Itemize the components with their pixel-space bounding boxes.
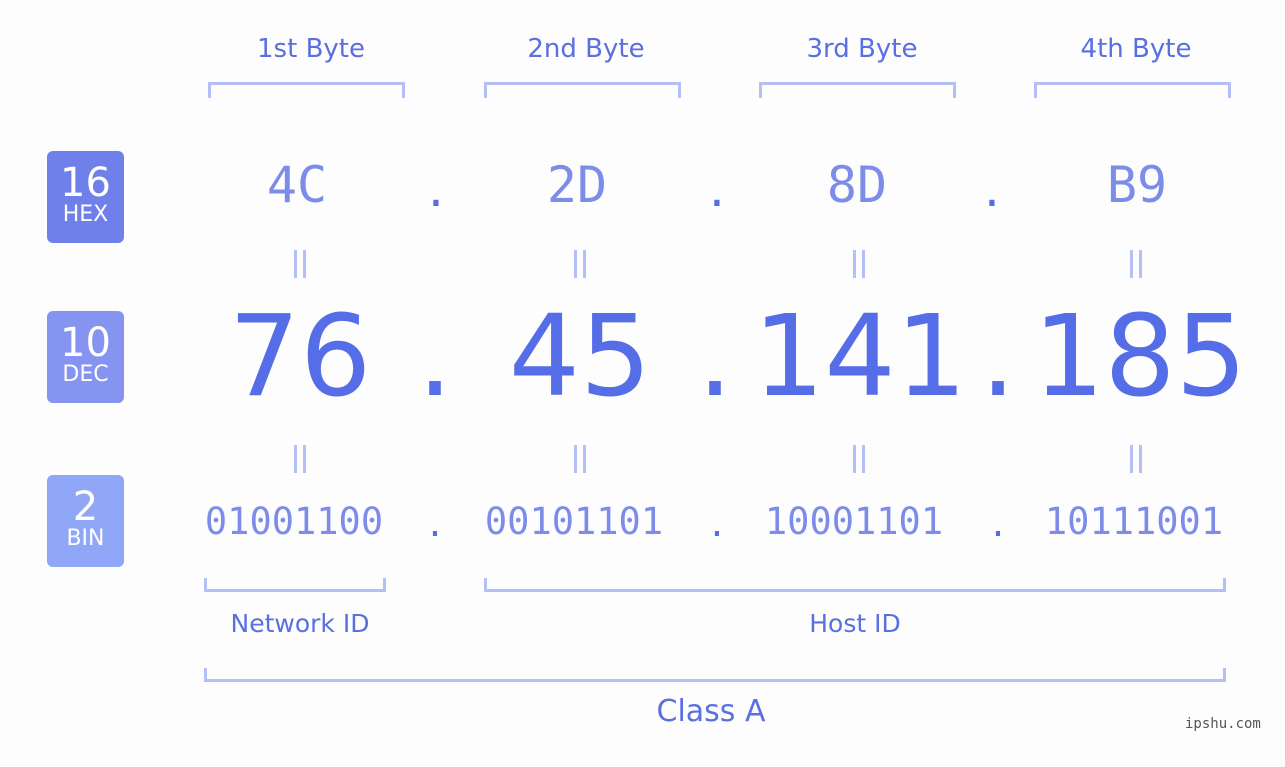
byte-bracket-1: [208, 82, 405, 98]
hex-value-2: 2D: [546, 156, 608, 214]
equals-icon: [1116, 442, 1156, 482]
equals-icon: [839, 247, 879, 287]
byte-label-3: 3rd Byte: [806, 34, 918, 64]
dec-value-3: 141: [753, 292, 967, 422]
bin-value-3: 10001101: [764, 500, 944, 543]
hex-value-3: 8D: [826, 156, 888, 214]
dec-value-2: 45: [508, 292, 652, 422]
hex-badge-number: 16: [60, 160, 111, 206]
byte-bracket-3: [759, 82, 956, 98]
network-id-bracket: [204, 578, 386, 592]
class-label: Class A: [656, 694, 766, 729]
byte-label-2: 2nd Byte: [527, 34, 645, 64]
bin-value-1: 01001100: [204, 500, 384, 543]
dec-badge: 10 DEC: [47, 311, 124, 403]
dec-value-4: 185: [1033, 292, 1247, 422]
host-id-bracket: [484, 578, 1226, 592]
equals-icon: [560, 247, 600, 287]
equals-icon: [280, 247, 320, 287]
dec-value-1: 76: [228, 292, 372, 422]
hex-badge: 16 HEX: [47, 151, 124, 243]
hex-value-1: 4C: [266, 156, 328, 214]
bin-value-2: 00101101: [484, 500, 664, 543]
class-bracket: [204, 668, 1226, 682]
equals-icon: [280, 442, 320, 482]
host-id-label: Host ID: [809, 609, 901, 638]
bin-value-4: 10111001: [1044, 500, 1224, 543]
dec-badge-label: DEC: [62, 362, 109, 387]
byte-bracket-4: [1034, 82, 1231, 98]
hex-badge-label: HEX: [62, 202, 109, 227]
hex-value-4: B9: [1106, 156, 1168, 214]
bin-badge-label: BIN: [66, 526, 105, 551]
bin-badge-number: 2: [72, 484, 99, 530]
equals-icon: [560, 442, 600, 482]
equals-icon: [1116, 247, 1156, 287]
hex-separator: .: [984, 160, 1000, 218]
dec-badge-number: 10: [60, 320, 111, 366]
byte-label-4: 4th Byte: [1080, 34, 1192, 64]
bin-badge: 2 BIN: [47, 475, 124, 567]
equals-icon: [839, 442, 879, 482]
watermark: ipshu.com: [1185, 716, 1261, 732]
byte-label-1: 1st Byte: [257, 34, 365, 64]
network-id-label: Network ID: [230, 609, 370, 638]
byte-bracket-2: [484, 82, 681, 98]
